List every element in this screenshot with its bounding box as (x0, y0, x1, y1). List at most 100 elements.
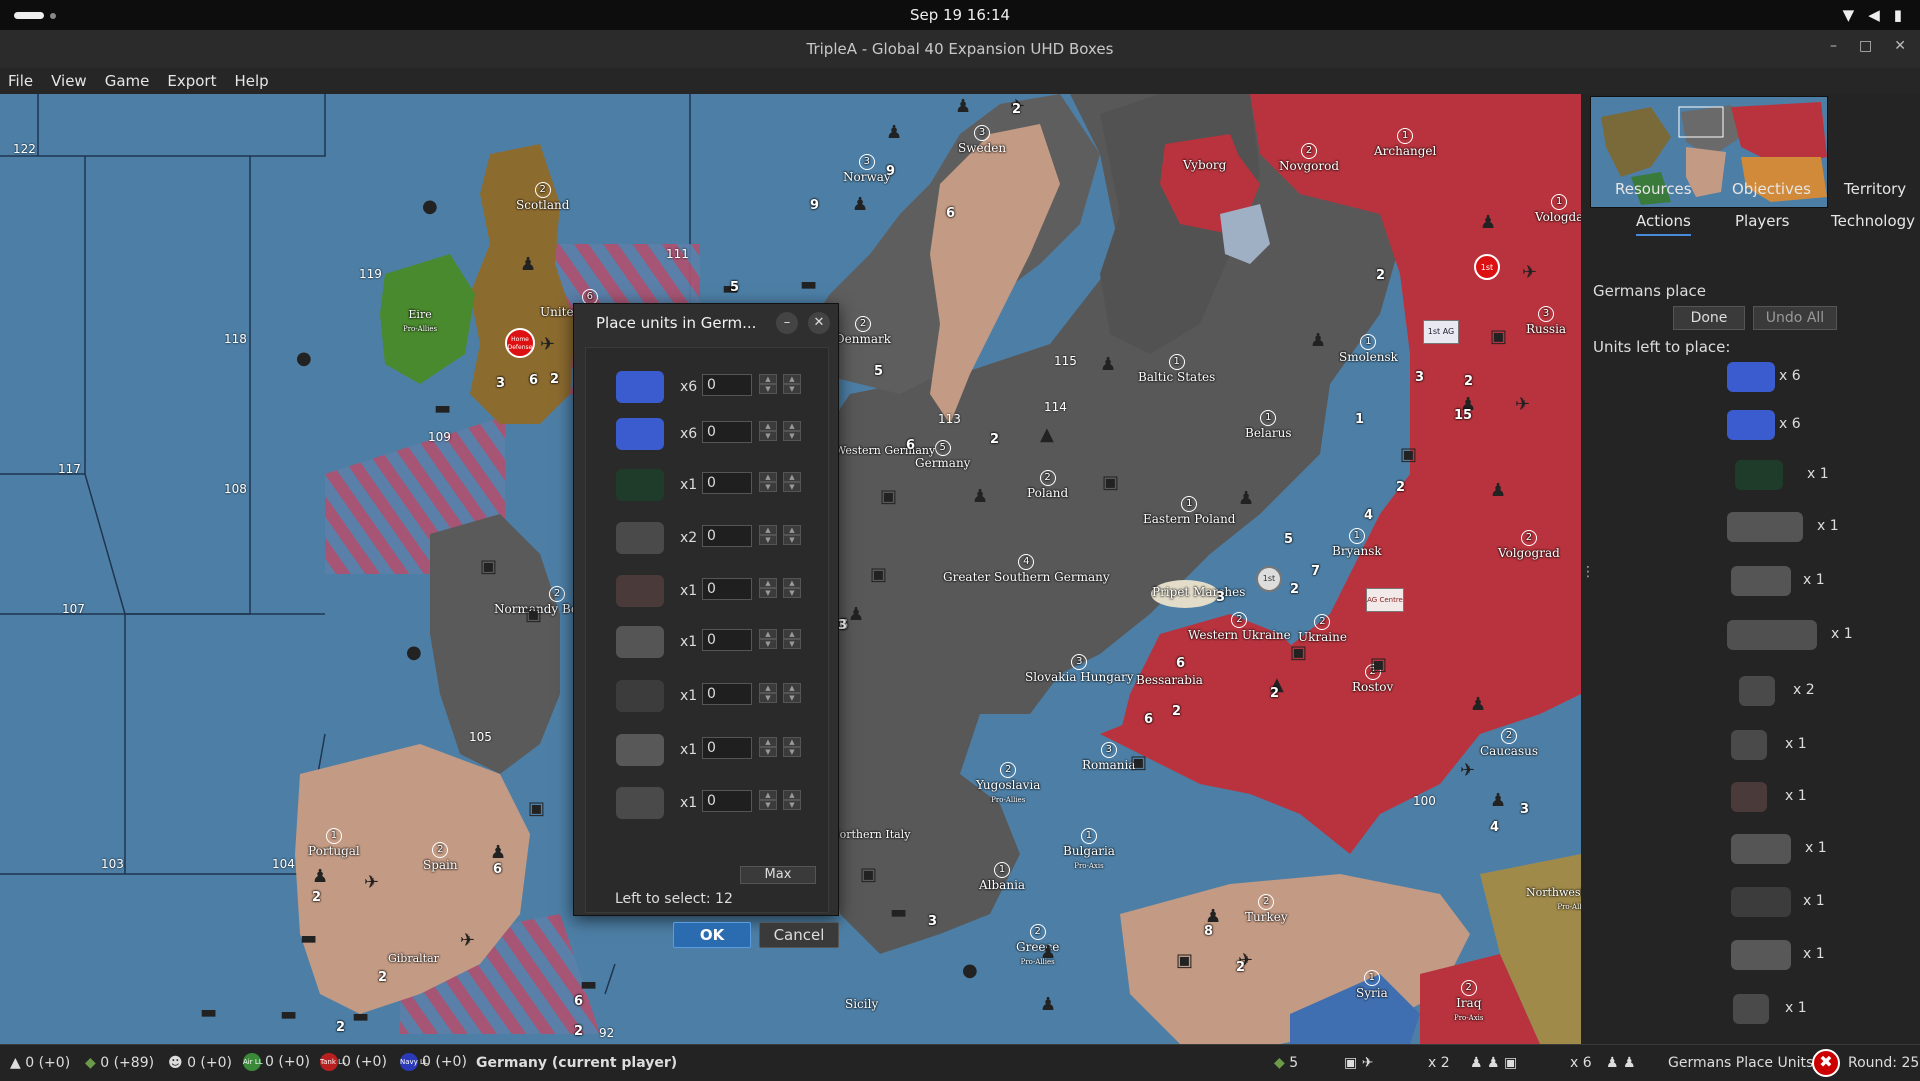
decrement-icon[interactable]: ▼ (759, 639, 777, 649)
tank-unit-icon[interactable]: ▣ (1290, 642, 1307, 663)
decrement-icon[interactable]: ▼ (759, 693, 777, 703)
undo-all-button[interactable]: Undo All (1753, 306, 1837, 330)
territory-label[interactable]: 3 Russia (1526, 306, 1566, 336)
tab-objectives[interactable]: Objectives (1732, 180, 1811, 198)
unit-quantity-input[interactable]: 0 (702, 683, 752, 705)
territory-label[interactable]: 1 Archangel (1374, 128, 1436, 158)
unit-quantity-input[interactable]: 0 (702, 374, 752, 396)
increment-icon[interactable]: ▲ (759, 472, 777, 482)
unit-quantity-input[interactable]: 0 (702, 472, 752, 494)
quantity-stepper[interactable]: ▲ ▼ (759, 472, 777, 494)
decrement-icon[interactable]: ▼ (759, 431, 777, 441)
decrement-min-icon[interactable]: ▼ (783, 384, 801, 394)
territory-label[interactable]: Northwest PersiaPro-Allies (1526, 886, 1581, 914)
quantity-max-stepper[interactable]: ▲ ▼ (783, 525, 801, 547)
close-window-icon[interactable]: ✕ (1894, 38, 1906, 54)
infantry-unit-icon[interactable]: ♟ (1310, 330, 1326, 351)
territory-label[interactable]: 1 Vologda (1535, 194, 1581, 224)
unit-quantity-input[interactable]: 0 (702, 578, 752, 600)
decrement-min-icon[interactable]: ▼ (783, 639, 801, 649)
fighter-unit-icon[interactable]: ✈ (1515, 394, 1530, 415)
system-clock[interactable]: Sep 19 16:14 (0, 6, 1920, 24)
tank-unit-icon[interactable]: ▣ (528, 798, 545, 819)
first-army-marker[interactable]: 1st (1474, 254, 1500, 280)
tab-resources[interactable]: Resources (1615, 180, 1692, 198)
decrement-icon[interactable]: ▼ (759, 747, 777, 757)
increment-icon[interactable]: ▲ (759, 525, 777, 535)
increment-icon[interactable]: ▲ (759, 578, 777, 588)
quantity-stepper[interactable]: ▲ ▼ (759, 525, 777, 547)
decrement-icon[interactable]: ▼ (759, 800, 777, 810)
increment-max-icon[interactable]: ▲ (783, 790, 801, 800)
tab-territory[interactable]: Territory (1844, 180, 1906, 198)
territory-label[interactable]: 2 Western Ukraine (1188, 612, 1291, 642)
territory-label[interactable]: 1 Eastern Poland (1143, 496, 1236, 526)
tank-unit-icon[interactable]: ▣ (870, 564, 887, 585)
destroyer-unit-icon[interactable]: ▬ (200, 1002, 217, 1023)
unit-stack-marker[interactable]: 1st (1256, 566, 1282, 592)
cancel-button[interactable]: Cancel (759, 922, 839, 948)
army-group-centre-marker[interactable]: AG Centre (1366, 588, 1404, 612)
increment-max-icon[interactable]: ▲ (783, 629, 801, 639)
infantry-unit-icon[interactable]: ♟ (1470, 694, 1486, 715)
increment-icon[interactable]: ▲ (759, 629, 777, 639)
increment-max-icon[interactable]: ▲ (783, 421, 801, 431)
infantry-unit-icon[interactable]: ♟ (972, 486, 988, 507)
infantry-unit-icon[interactable]: ♟ (1490, 790, 1506, 811)
territory-label[interactable]: 3 Sweden (958, 125, 1006, 155)
infantry-unit-icon[interactable]: ♟ (1040, 942, 1056, 963)
fighter-unit-icon[interactable]: ✈ (364, 872, 379, 893)
quantity-stepper[interactable]: ▲ ▼ (759, 790, 777, 812)
territory-label[interactable]: Northern Italy (830, 828, 910, 841)
territory-label[interactable]: 2 Ukraine (1298, 614, 1347, 644)
destroyer-unit-icon[interactable]: ▬ (300, 928, 317, 949)
quantity-max-stepper[interactable]: ▲ ▼ (783, 472, 801, 494)
infantry-unit-icon[interactable]: ♟ (1100, 354, 1116, 375)
territory-label[interactable]: 3 Norway (843, 154, 891, 184)
submarine-unit-icon[interactable]: ● (296, 348, 312, 369)
quantity-max-stepper[interactable]: ▲ ▼ (783, 737, 801, 759)
tank-unit-icon[interactable]: ▣ (1400, 444, 1417, 465)
territory-label[interactable]: Western Germany (835, 444, 935, 457)
infantry-unit-icon[interactable]: ♟ (886, 122, 902, 143)
dialog-close-icon[interactable]: ✕ (808, 312, 830, 334)
infantry-unit-icon[interactable]: ♟ (852, 194, 868, 215)
decrement-min-icon[interactable]: ▼ (783, 800, 801, 810)
territory-label[interactable]: 2 Poland (1027, 470, 1068, 500)
territory-label[interactable]: 2 Spain (423, 842, 458, 872)
quantity-stepper[interactable]: ▲ ▼ (759, 737, 777, 759)
decrement-min-icon[interactable]: ▼ (783, 482, 801, 492)
menu-help[interactable]: Help (226, 68, 278, 94)
tank-unit-icon[interactable]: ▣ (1102, 472, 1119, 493)
decrement-min-icon[interactable]: ▼ (783, 588, 801, 598)
decrement-min-icon[interactable]: ▼ (783, 431, 801, 441)
system-tray[interactable]: ▼ ◀ ▮ (1843, 6, 1902, 24)
infantry-unit-icon[interactable]: ♟ (955, 96, 971, 117)
tank-unit-icon[interactable]: ▣ (860, 864, 877, 885)
minimize-window-icon[interactable]: – (1830, 38, 1837, 54)
quantity-max-stepper[interactable]: ▲ ▼ (783, 683, 801, 705)
territory-label[interactable]: 1 Smolensk (1339, 334, 1398, 364)
decrement-icon[interactable]: ▼ (759, 482, 777, 492)
decrement-icon[interactable]: ▼ (759, 588, 777, 598)
territory-label[interactable]: 1 Syria (1356, 970, 1388, 1000)
tank-unit-icon[interactable]: ▣ (880, 486, 897, 507)
territory-label[interactable]: 2 Scotland (516, 182, 569, 212)
territory-label[interactable]: 1 Albania (979, 862, 1025, 892)
unit-quantity-input[interactable]: 0 (702, 525, 752, 547)
done-button[interactable]: Done (1673, 306, 1745, 330)
territory-label[interactable]: 2 Novgorod (1279, 143, 1339, 173)
tank-unit-icon[interactable]: ▣ (525, 604, 542, 625)
quantity-stepper[interactable]: ▲ ▼ (759, 683, 777, 705)
territory-label[interactable]: Sicily (845, 998, 878, 1011)
panel-resize-handle-icon[interactable]: ⋮ (1581, 564, 1595, 580)
submarine-unit-icon[interactable]: ● (962, 960, 978, 981)
carrier-unit-icon[interactable]: ▬ (890, 902, 907, 923)
submarine-unit-icon[interactable]: ● (422, 196, 438, 217)
quantity-stepper[interactable]: ▲ ▼ (759, 578, 777, 600)
tank-unit-icon[interactable]: ▣ (1370, 654, 1387, 675)
quantity-stepper[interactable]: ▲ ▼ (759, 421, 777, 443)
maximize-window-icon[interactable]: □ (1859, 38, 1872, 54)
menu-view[interactable]: View (43, 68, 97, 94)
tab-players[interactable]: Players (1735, 212, 1790, 230)
